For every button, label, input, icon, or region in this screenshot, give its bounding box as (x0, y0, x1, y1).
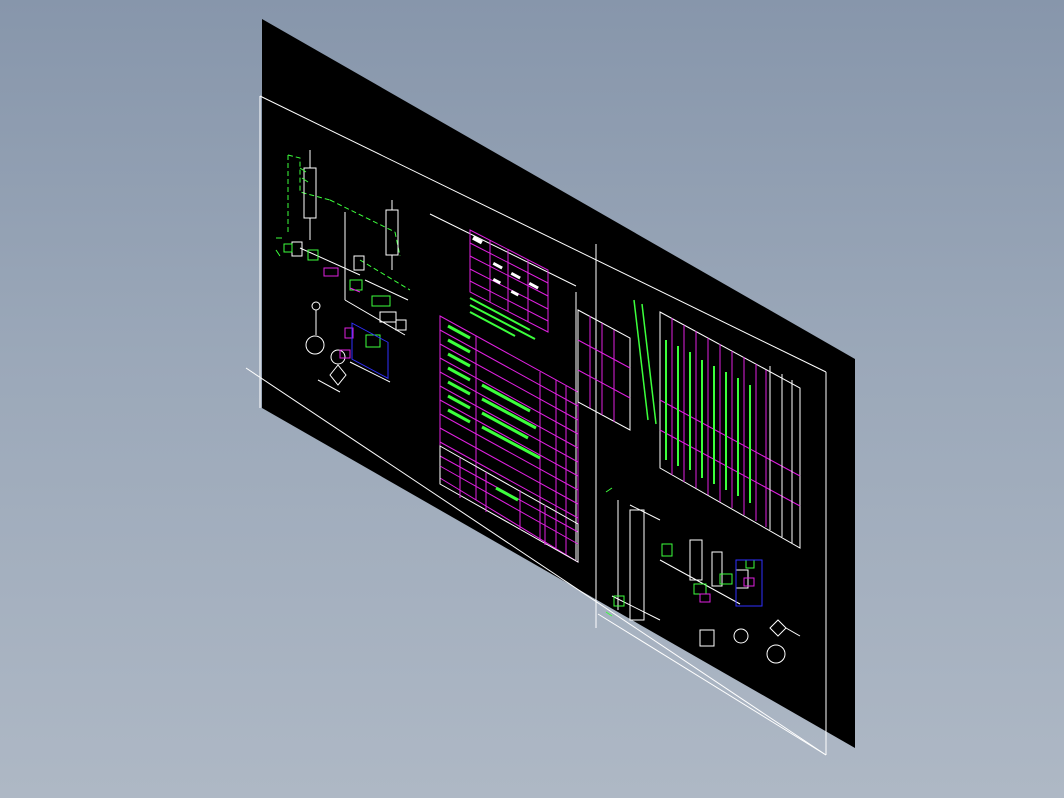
cad-viewport[interactable] (0, 0, 1064, 798)
